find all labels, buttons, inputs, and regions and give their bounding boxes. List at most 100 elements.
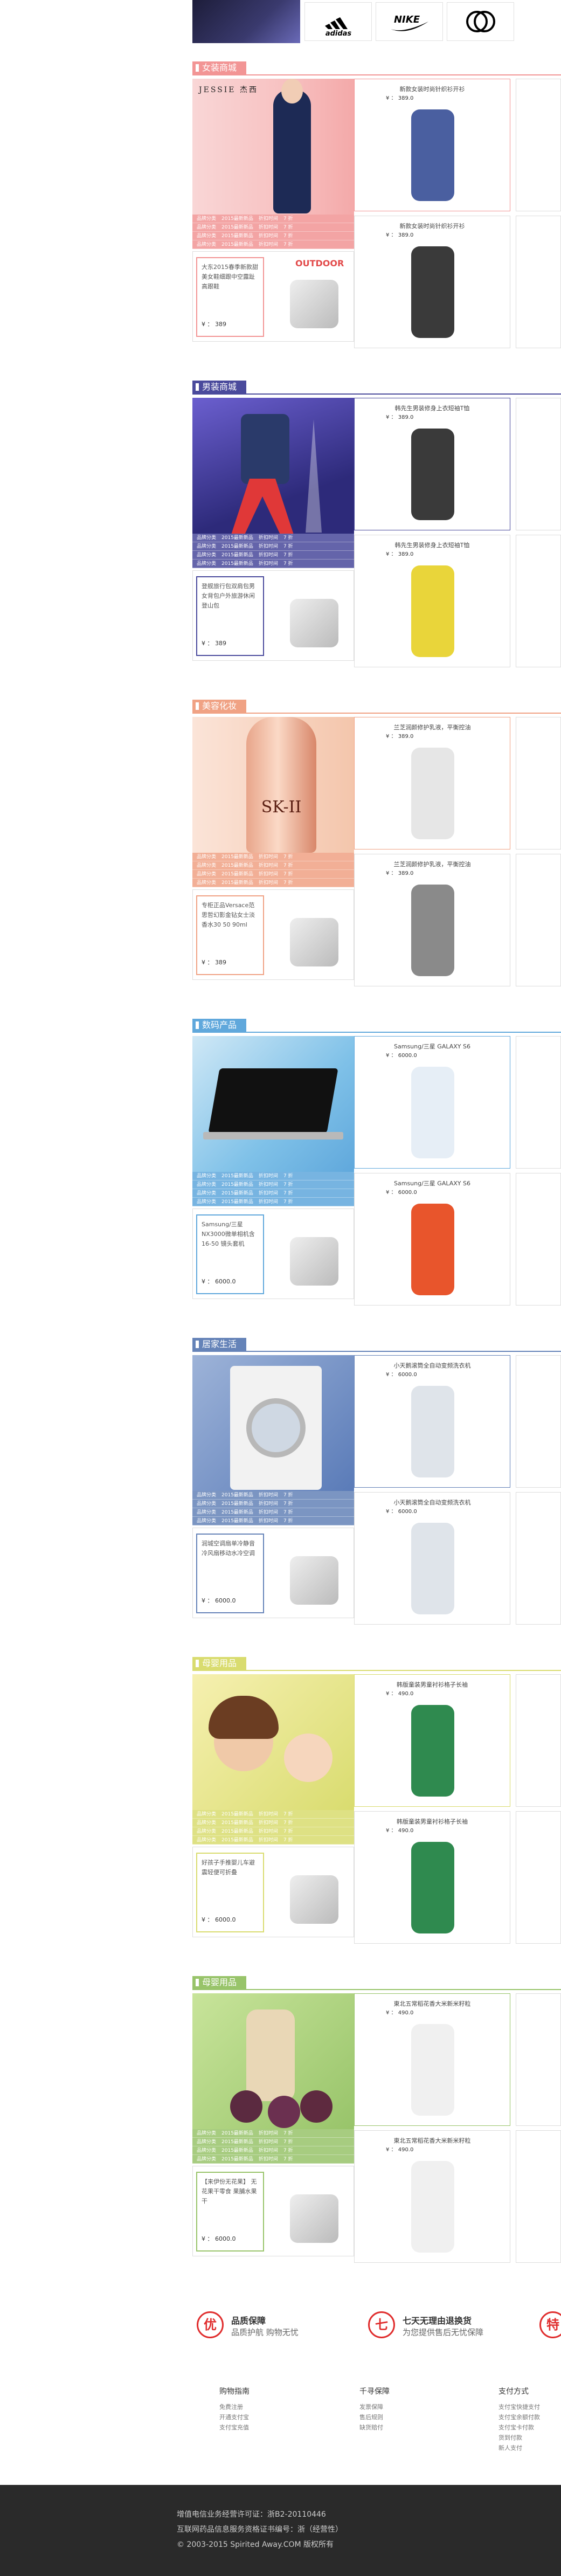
section-hero-banner[interactable]: SK-II: [192, 717, 354, 853]
stat-row[interactable]: 品牌分类 2015最新新品 折扣时间 7 折: [192, 232, 354, 240]
stat-row[interactable]: 品牌分类 2015最新新品 折扣时间 7 折: [192, 2146, 354, 2155]
product-image[interactable]: [387, 1061, 479, 1163]
product-image[interactable]: [387, 1380, 479, 1482]
promo-card[interactable]: 专柜正品Versace范思哲幻影金钻女士淡香水30 50 90ml ¥ ： 389: [192, 889, 354, 980]
promo-card[interactable]: 【来伊份无花果】 无花果干零食 果脯水果干 ¥ ： 6000.0: [192, 2166, 354, 2256]
promo-card[interactable]: Samsung/三星 NX3000微单相机含16-50 镜头套机 ¥ ： 6000…: [192, 1208, 354, 1299]
product-image[interactable]: [387, 560, 479, 661]
stat-row[interactable]: 品牌分类 2015最新新品 折扣时间 7 折: [192, 542, 354, 551]
product-card-partial[interactable]: [516, 1811, 561, 1944]
help-link[interactable]: 缺货赔付: [359, 2422, 467, 2433]
promo-card[interactable]: 好孩子手推婴儿车避震轻便可折叠 ¥ ： 6000.0: [192, 1847, 354, 1937]
help-link[interactable]: 支付宝充值: [219, 2422, 327, 2433]
product-image[interactable]: [387, 423, 479, 524]
product-card-partial[interactable]: [516, 535, 561, 667]
help-link[interactable]: 支付宝快捷支付: [498, 2402, 561, 2412]
section-hero-banner[interactable]: [192, 1355, 354, 1491]
section-title[interactable]: 居家生活: [192, 1338, 247, 1351]
product-image[interactable]: [387, 104, 479, 205]
product-card-partial[interactable]: [516, 216, 561, 348]
stat-row[interactable]: 品牌分类 2015最新新品 折扣时间 7 折: [192, 2138, 354, 2146]
stat-row[interactable]: 品牌分类 2015最新新品 折扣时间 7 折: [192, 1198, 354, 1206]
service-quality[interactable]: 优 品质保障 品质护航 购物无忧: [192, 2311, 354, 2338]
product-card[interactable]: 小天鹅滚筒全自动变频洗衣机 ¥ ： 6000.0: [354, 1355, 510, 1488]
product-card[interactable]: 新款女装时尚针织衫开衫 ¥ ： 389.0: [354, 79, 510, 211]
brand-banner-photo[interactable]: [192, 0, 300, 43]
promo-product-image[interactable]: [274, 896, 349, 974]
promo-product-image[interactable]: OUTDOOR: [274, 258, 349, 336]
stat-row[interactable]: 品牌分类 2015最新新品 折扣时间 7 折: [192, 551, 354, 560]
promo-card[interactable]: 润城空调扇单冷静音冷风扇移动水冷空调 ¥ ： 6000.0: [192, 1528, 354, 1618]
section-hero-banner[interactable]: [192, 1674, 354, 1810]
stat-row[interactable]: 品牌分类 2015最新新品 折扣时间 7 折: [192, 1491, 354, 1500]
service-special[interactable]: 特: [535, 2311, 561, 2338]
section-title[interactable]: 女装商城: [192, 61, 247, 74]
stat-row[interactable]: 品牌分类 2015最新新品 折扣时间 7 折: [192, 240, 354, 249]
stat-row[interactable]: 品牌分类 2015最新新品 折扣时间 7 折: [192, 861, 354, 870]
stat-row[interactable]: 品牌分类 2015最新新品 折扣时间 7 折: [192, 870, 354, 879]
promo-product-image[interactable]: [274, 577, 349, 655]
product-card-partial[interactable]: [516, 1674, 561, 1807]
nike-logo-icon[interactable]: NIKE: [376, 2, 443, 41]
stat-row[interactable]: 品牌分类 2015最新新品 折扣时间 7 折: [192, 1819, 354, 1827]
section-hero-banner[interactable]: [192, 1993, 354, 2129]
product-image[interactable]: [387, 742, 479, 844]
section-title[interactable]: 数码产品: [192, 1019, 247, 1032]
stat-row[interactable]: 品牌分类 2015最新新品 折扣时间 7 折: [192, 1827, 354, 1836]
stat-row[interactable]: 品牌分类 2015最新新品 折扣时间 7 折: [192, 879, 354, 887]
promo-product-image[interactable]: [274, 1216, 349, 1293]
gucci-logo-icon[interactable]: [447, 2, 514, 41]
promo-card[interactable]: 大东2015春季新款甜美女鞋细跟中空露趾高跟鞋 ¥ ： 389 OUTDOOR: [192, 251, 354, 342]
product-image[interactable]: [387, 241, 479, 342]
product-image[interactable]: [387, 1517, 479, 1619]
promo-card[interactable]: 登舰旅行包双肩包男女背包户外旅游休闲登山包 ¥ ： 389: [192, 570, 354, 661]
product-card-partial[interactable]: [516, 854, 561, 986]
adidas-logo-icon[interactable]: adidas: [304, 2, 372, 41]
help-link[interactable]: 发票保障: [359, 2402, 467, 2412]
product-image[interactable]: [387, 1700, 479, 1801]
product-card[interactable]: 小天鹅滚筒全自动变频洗衣机 ¥ ： 6000.0: [354, 1492, 510, 1625]
product-card[interactable]: 新款女装时尚针织衫开衫 ¥ ： 389.0: [354, 216, 510, 348]
help-link[interactable]: 售后规则: [359, 2412, 467, 2422]
product-card[interactable]: 兰芝润颜修护乳液，平衡控油 ¥ ： 389.0: [354, 854, 510, 986]
section-title[interactable]: 母婴用品: [192, 1976, 247, 1989]
service-return[interactable]: 七 七天无理由退换货 为您提供售后无忧保障: [364, 2311, 525, 2338]
promo-product-image[interactable]: [274, 1535, 349, 1612]
product-image[interactable]: [387, 879, 479, 980]
section-hero-banner[interactable]: JESSIE 杰西: [192, 79, 354, 215]
product-card[interactable]: 東北五常稻花香大米新米籽粒 ¥ ： 490.0: [354, 2130, 510, 2263]
help-link[interactable]: 支付宝余额付款: [498, 2412, 561, 2422]
product-image[interactable]: [387, 1198, 479, 1300]
stat-row[interactable]: 品牌分类 2015最新新品 折扣时间 7 折: [192, 534, 354, 542]
help-link[interactable]: 支付宝卡付款: [498, 2422, 561, 2433]
stat-row[interactable]: 品牌分类 2015最新新品 折扣时间 7 折: [192, 1172, 354, 1180]
section-title[interactable]: 男装商城: [192, 381, 247, 393]
stat-row[interactable]: 品牌分类 2015最新新品 折扣时间 7 折: [192, 2155, 354, 2164]
product-card-partial[interactable]: [516, 1036, 561, 1169]
stat-row[interactable]: 品牌分类 2015最新新品 折扣时间 7 折: [192, 215, 354, 223]
stat-row[interactable]: 品牌分类 2015最新新品 折扣时间 7 折: [192, 2129, 354, 2138]
stat-row[interactable]: 品牌分类 2015最新新品 折扣时间 7 折: [192, 1180, 354, 1189]
product-image[interactable]: [387, 1836, 479, 1938]
section-title[interactable]: 美容化妆: [192, 700, 247, 713]
help-link[interactable]: 新人支付: [498, 2443, 561, 2453]
section-title[interactable]: 母婴用品: [192, 1657, 247, 1670]
product-card-partial[interactable]: [516, 79, 561, 211]
product-card[interactable]: Samsung/三星 GALAXY S6 ¥ ： 6000.0: [354, 1173, 510, 1306]
stat-row[interactable]: 品牌分类 2015最新新品 折扣时间 7 折: [192, 1508, 354, 1517]
product-card-partial[interactable]: [516, 398, 561, 530]
stat-row[interactable]: 品牌分类 2015最新新品 折扣时间 7 折: [192, 560, 354, 568]
stat-row[interactable]: 品牌分类 2015最新新品 折扣时间 7 折: [192, 853, 354, 861]
product-card-partial[interactable]: [516, 717, 561, 850]
product-card[interactable]: 兰芝润颜修护乳液，平衡控油 ¥ ： 389.0: [354, 717, 510, 850]
stat-row[interactable]: 品牌分类 2015最新新品 折扣时间 7 折: [192, 1500, 354, 1508]
stat-row[interactable]: 品牌分类 2015最新新品 折扣时间 7 折: [192, 1836, 354, 1845]
product-card[interactable]: 韩先生男装修身上衣短袖T恤 ¥ ： 389.0: [354, 398, 510, 530]
stat-row[interactable]: 品牌分类 2015最新新品 折扣时间 7 折: [192, 1517, 354, 1525]
product-card[interactable]: 韩版童装男童衬衫格子长袖 ¥ ： 490.0: [354, 1674, 510, 1807]
section-hero-banner[interactable]: [192, 398, 354, 534]
promo-product-image[interactable]: [274, 1854, 349, 1931]
product-card-partial[interactable]: [516, 1492, 561, 1625]
stat-row[interactable]: 品牌分类 2015最新新品 折扣时间 7 折: [192, 1810, 354, 1819]
product-image[interactable]: [387, 2019, 479, 2120]
